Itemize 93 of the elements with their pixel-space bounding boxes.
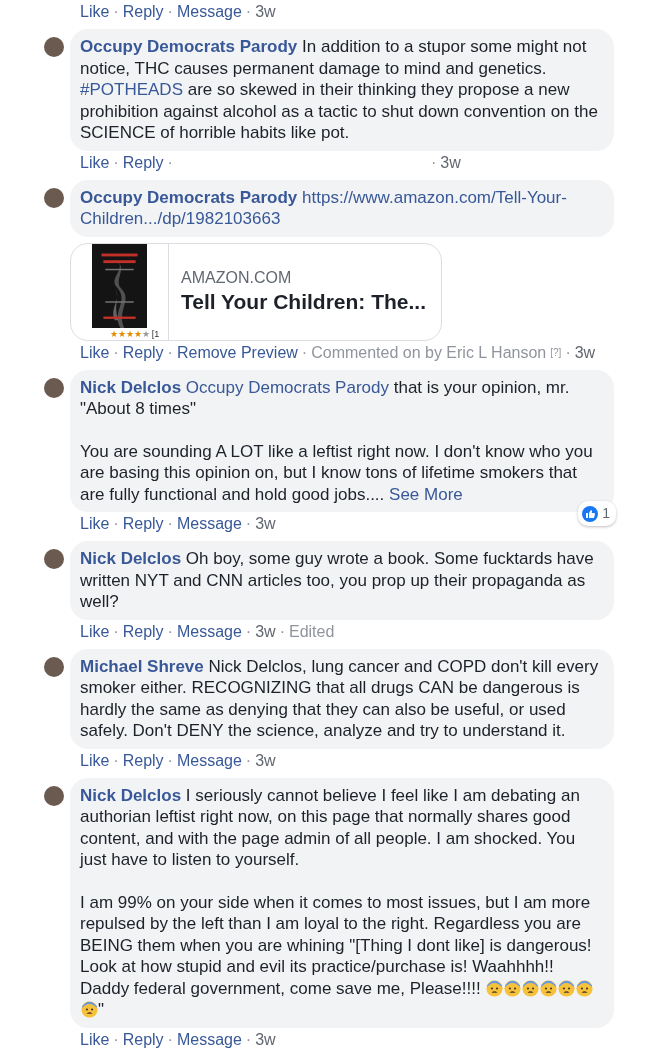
timestamp[interactable]: 3w [255, 514, 276, 534]
avatar[interactable] [44, 549, 64, 569]
action-link[interactable]: Reply [122, 750, 164, 771]
action-link[interactable]: Like [80, 152, 110, 173]
preview-domain: AMAZON.COM [181, 267, 293, 288]
action-link[interactable]: Message [176, 621, 242, 642]
star-icon: ★ [141, 328, 150, 339]
separator: · [113, 621, 119, 642]
comment-text: I am 99% on your side when it comes to most issues, but I am more repulsed by the left than I am loyal to the right. Regardless you are BEING them when you are whining "[Thing I dont like] is dangerous! Look at how stupid and evil its practice/purchase is! Waahhhh!! Daddy federal government, come save me, Please!!!! " [80, 891, 594, 1021]
meta-text: Commented on by Eric L Hanson [311, 342, 547, 363]
action-link[interactable]: Like [80, 1029, 110, 1050]
anxious-face-icon [521, 979, 539, 997]
separator: · [245, 2, 252, 22]
author-link[interactable]: Nick Delclos [80, 377, 182, 397]
rating-count: [1 [151, 328, 160, 339]
action-link[interactable]: Like [80, 342, 110, 363]
action-link[interactable]: Reply [122, 1029, 164, 1050]
anxious-face-icon [80, 1001, 98, 1018]
avatar[interactable] [44, 187, 64, 208]
author-link[interactable]: Nick Delclos [80, 549, 182, 568]
anxious-face-icon [539, 979, 557, 997]
separator: · [113, 514, 119, 534]
reaction-count: 1 [602, 504, 611, 523]
separator: · [167, 514, 173, 534]
separator: · [113, 1029, 119, 1050]
timestamp[interactable]: 3w [440, 152, 461, 173]
comment-text: Nick Delclos I seriously cannot believe I feel like I am debating an authorian leftist right now, on this page that normally shares good content, and with the page admin of all people. I am shocked. You just have to listen to yourself. [80, 784, 581, 871]
separator: · [167, 750, 173, 771]
timestamp[interactable]: 3w [255, 621, 276, 642]
thumbs-up-icon [582, 505, 599, 522]
timestamp[interactable]: 3w [574, 342, 596, 363]
separator: · [113, 750, 119, 771]
mention-link[interactable]: Occupy Democrats Parody [185, 377, 389, 397]
anxious-face-icon [575, 979, 593, 997]
avatar[interactable] [44, 377, 64, 398]
timestamp[interactable]: 3w [255, 1029, 276, 1050]
comment-text: Nick Delclos Occupy Democrats Parody that is your opinion, mr. "About 8 times" [80, 376, 571, 420]
action-link[interactable]: Message [176, 514, 242, 534]
author-link[interactable]: Nick Delclos [80, 785, 182, 805]
action-link[interactable]: Reply [122, 2, 164, 22]
preview-title: Tell Your Children: The... [181, 288, 427, 315]
separator: · [245, 1029, 252, 1050]
action-link[interactable]: Like [80, 514, 110, 534]
action-link[interactable]: Remove Preview [176, 342, 298, 363]
separator: · [113, 342, 119, 363]
action-link[interactable]: Message [176, 1029, 242, 1050]
action-link[interactable]: Reply [122, 342, 164, 363]
link-preview[interactable]: ★★★★★ [1 AMAZON.COM Tell Your Children: The... [70, 242, 442, 341]
comment-text: Occupy Democrats Parody In addition to a stupor some might not notice, THC causes permanent damage to mind and genetics. #POTHEADS are so skewed in their thinking they propose a new prohibition against alcohol as a tactic to shut down convention on the SCIENCE of horrible habits like pot. [80, 36, 599, 144]
separator: · [301, 342, 308, 363]
action-link[interactable]: Like [80, 621, 110, 642]
author-link[interactable]: Occupy Democrats Parody [80, 187, 298, 207]
separator: · [167, 2, 173, 22]
action-link[interactable]: Message [176, 750, 242, 771]
action-link[interactable]: Like [80, 2, 110, 22]
action-link[interactable]: Message [176, 2, 242, 22]
action-link[interactable]: Like [80, 750, 110, 771]
comment-text: Nick Delclos Oh boy, some guy wrote a book. Some fucktards have written NYT and CNN articles too, you prop up their propaganda as well? [80, 548, 595, 613]
star-icon: ★ [133, 328, 142, 339]
hashtag-link[interactable]: #POTHEADS [80, 80, 183, 99]
star-icon: ★ [109, 328, 118, 339]
separator: · [245, 750, 252, 771]
meta-text: Edited [288, 621, 335, 642]
timestamp[interactable]: 3w [255, 750, 276, 771]
star-icon: ★ [117, 328, 126, 339]
action-link[interactable]: Reply [122, 152, 164, 173]
author-link[interactable]: Occupy Democrats Parody [80, 37, 298, 56]
anxious-face-icon [485, 979, 503, 997]
separator: · [245, 514, 252, 534]
reaction-badge[interactable]: 1 [578, 501, 616, 526]
separator: · [167, 1029, 173, 1050]
comment-text: Occupy Democrats Parody https://www.amazon.com/Tell-Your-Children.../dp/1982103663 [80, 186, 568, 230]
author-link[interactable]: Michael Shreve [80, 656, 204, 676]
avatar[interactable] [44, 37, 64, 57]
separator: · [167, 621, 173, 642]
anxious-face-icon [503, 979, 521, 997]
timestamp[interactable]: 3w [255, 2, 276, 22]
separator: · [167, 342, 173, 363]
avatar[interactable] [44, 656, 64, 677]
separator: · [167, 152, 173, 173]
anxious-face-icon [557, 979, 575, 997]
avatar[interactable] [44, 785, 64, 806]
separator: · [430, 152, 437, 173]
see-more-link[interactable]: See More [389, 484, 463, 504]
separator: · [113, 152, 119, 173]
action-link[interactable]: Reply [122, 621, 164, 642]
separator: · [245, 621, 252, 642]
star-icon: ★ [125, 328, 134, 339]
separator: · [113, 2, 119, 22]
separator: · [279, 621, 285, 642]
comment-text: Michael Shreve Nick Delclos, lung cancer and COPD don't kill every smoker either. RECOGNIZING that all drugs CAN be dangerous is hardly the same as denying that they can also be useful, or used safely. Don't DENY the science, analyze and try to understand it. [80, 655, 600, 742]
action-link[interactable]: Reply [122, 514, 164, 534]
separator: · [565, 342, 571, 363]
